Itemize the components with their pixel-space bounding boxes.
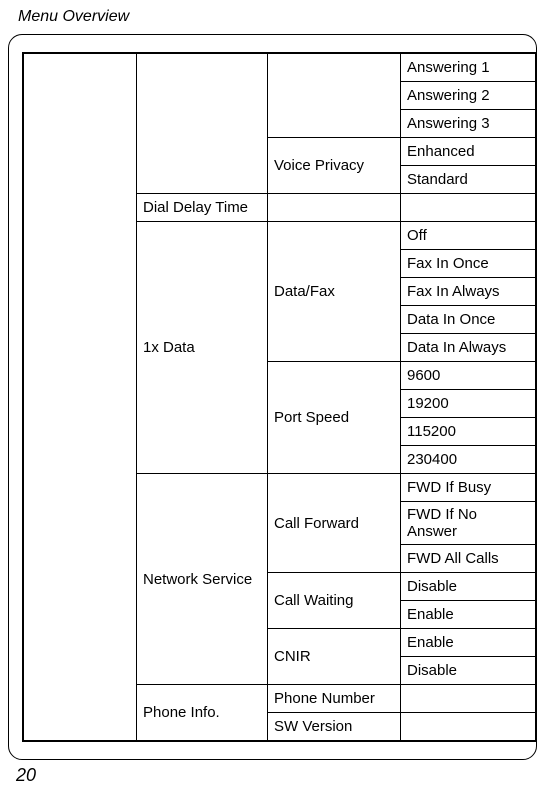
- setting-cell: [268, 194, 401, 222]
- option-cell: Answering 2: [401, 82, 537, 110]
- option-cell: FWD If No Answer: [401, 502, 537, 545]
- option-cell: FWD All Calls: [401, 545, 537, 573]
- option-cell: Off: [401, 222, 537, 250]
- option-cell: Answering 3: [401, 110, 537, 138]
- option-cell: 230400: [401, 446, 537, 474]
- page-header: Menu Overview: [18, 8, 129, 26]
- option-cell: 115200: [401, 418, 537, 446]
- option-cell: [401, 194, 537, 222]
- option-cell: Enable: [401, 629, 537, 657]
- option-cell: Disable: [401, 573, 537, 601]
- option-cell: [401, 713, 537, 742]
- setting-cell: Call Forward: [268, 474, 401, 573]
- option-cell: Fax In Once: [401, 250, 537, 278]
- page-number: 20: [16, 765, 36, 786]
- setting-cell: Call Waiting: [268, 573, 401, 629]
- option-cell: Answering 1: [401, 53, 537, 82]
- option-cell: 9600: [401, 362, 537, 390]
- setting-cell: CNIR: [268, 629, 401, 685]
- subcat-cell: [137, 53, 268, 194]
- setting-cell: Data/Fax: [268, 222, 401, 362]
- subcat-cell: 1x Data: [137, 222, 268, 474]
- setting-cell: Voice Privacy: [268, 138, 401, 194]
- setting-cell: [268, 53, 401, 138]
- option-cell: Data In Always: [401, 334, 537, 362]
- option-cell: Disable: [401, 657, 537, 685]
- option-cell: Data In Once: [401, 306, 537, 334]
- option-cell: 19200: [401, 390, 537, 418]
- option-cell: FWD If Busy: [401, 474, 537, 502]
- setting-cell: SW Version: [268, 713, 401, 742]
- option-cell: [401, 685, 537, 713]
- table-row: Answering 1: [23, 53, 536, 82]
- option-cell: Enable: [401, 601, 537, 629]
- setting-cell: Port Speed: [268, 362, 401, 474]
- subcat-cell: Phone Info.: [137, 685, 268, 742]
- category-cell: [23, 53, 137, 741]
- subcat-cell: Dial Delay Time: [137, 194, 268, 222]
- menu-table: Answering 1 Answering 2 Answering 3 Voic…: [22, 52, 537, 742]
- option-cell: Enhanced: [401, 138, 537, 166]
- option-cell: Fax In Always: [401, 278, 537, 306]
- setting-cell: Phone Number: [268, 685, 401, 713]
- subcat-cell: Network Service: [137, 474, 268, 685]
- option-cell: Standard: [401, 166, 537, 194]
